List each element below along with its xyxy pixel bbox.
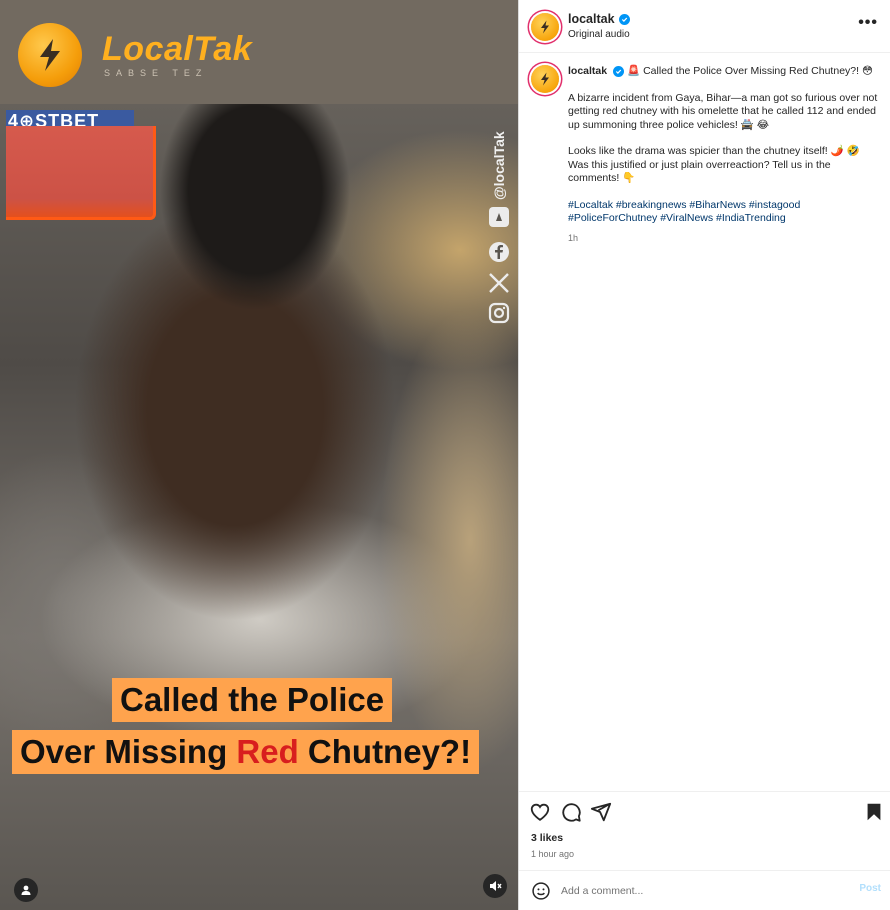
bookmark-icon bbox=[867, 803, 881, 821]
localtak-logo-icon bbox=[541, 20, 549, 34]
youtube-icon bbox=[487, 205, 511, 229]
verified-badge-icon bbox=[618, 13, 630, 25]
header-username-row[interactable]: localtak bbox=[568, 12, 630, 26]
localtak-logo-icon bbox=[541, 72, 549, 86]
caption-headline-row: localtak 🚨 Called the Police Over Missin… bbox=[568, 65, 878, 79]
video-caption-line-2: Over Missing Red Chutney?! bbox=[12, 730, 480, 774]
caption-hashtags[interactable]: #Localtak #breakingnews #BiharNews #inst… bbox=[568, 199, 878, 226]
video-caption-line-1: Called the Police bbox=[112, 678, 393, 722]
audio-link[interactable]: Original audio bbox=[568, 29, 630, 40]
verified-badge-icon bbox=[613, 66, 625, 77]
caption-paragraph: Looks like the drama was spicier than th… bbox=[568, 145, 860, 184]
video-player[interactable]: LocalTak SABSE TEZ 4⊕STBET @localTak Cal… bbox=[0, 0, 518, 910]
send-icon bbox=[590, 802, 612, 822]
comment-button[interactable] bbox=[560, 801, 582, 823]
caption-headline: 🚨 Called the Police Over Missing Red Chu… bbox=[627, 65, 873, 77]
localtak-logo-icon bbox=[18, 23, 82, 87]
brand-name: LocalTak bbox=[102, 30, 253, 68]
profile-icon bbox=[21, 885, 31, 895]
video-brand-banner: LocalTak SABSE TEZ bbox=[0, 0, 518, 104]
caption-text: Over Missing bbox=[20, 733, 237, 770]
share-button[interactable] bbox=[590, 801, 612, 823]
save-button[interactable] bbox=[863, 801, 885, 823]
comment-bar: Post bbox=[519, 870, 890, 910]
mute-icon bbox=[490, 881, 502, 891]
likes-count[interactable]: 3 likes bbox=[531, 832, 563, 844]
tagged-users-button[interactable] bbox=[14, 878, 38, 902]
watermark-handle: @localTak bbox=[491, 131, 507, 200]
like-button[interactable] bbox=[529, 801, 551, 823]
caption-highlight: Red bbox=[236, 733, 299, 770]
comment-icon bbox=[562, 803, 581, 822]
username-link[interactable]: localtak bbox=[568, 12, 615, 26]
caption-paragraph: A bizarre incident from Gaya, Bihar—a ma… bbox=[568, 91, 878, 131]
x-icon bbox=[487, 271, 511, 295]
instagram-icon bbox=[487, 301, 511, 325]
more-options-button[interactable]: ••• bbox=[858, 14, 878, 32]
emoji-icon bbox=[532, 882, 550, 900]
facebook-icon bbox=[487, 240, 511, 264]
mute-button[interactable] bbox=[483, 874, 507, 898]
red-overlay-sticker bbox=[6, 126, 156, 220]
comment-input[interactable] bbox=[561, 880, 841, 902]
post-caption: localtak 🚨 Called the Police Over Missin… bbox=[519, 53, 890, 245]
post-timestamp: 1 hour ago bbox=[531, 849, 575, 859]
emoji-button[interactable] bbox=[531, 881, 551, 901]
post-header: localtak Original audio ••• bbox=[519, 0, 890, 53]
heart-icon bbox=[530, 803, 550, 821]
brand-tagline: SABSE TEZ bbox=[104, 68, 208, 78]
avatar[interactable] bbox=[531, 65, 559, 93]
post-comment-button[interactable]: Post bbox=[859, 883, 881, 894]
caption-timestamp: 1h bbox=[568, 232, 579, 243]
avatar[interactable] bbox=[531, 13, 559, 41]
post-actions: 3 likes 1 hour ago bbox=[519, 791, 890, 871]
caption-body: localtak 🚨 Called the Police Over Missin… bbox=[568, 65, 878, 245]
caption-text: Chutney?! bbox=[298, 733, 472, 770]
caption-username-link[interactable]: localtak bbox=[568, 65, 607, 79]
post-panel: localtak Original audio ••• localtak 🚨 C… bbox=[518, 0, 890, 910]
